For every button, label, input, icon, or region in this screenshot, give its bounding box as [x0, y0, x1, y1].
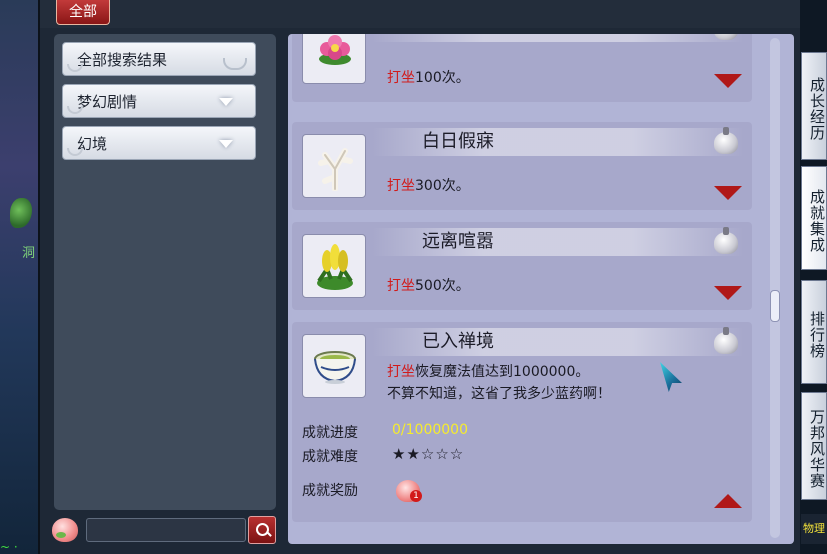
achievement-list: 打坐100次。 白日假寐 打坐300次。 远离喧嚣 打坐500次。 已入禅境 打… — [288, 34, 794, 544]
side-tab-tournament[interactable]: 万邦风华赛 — [801, 392, 827, 500]
achievement-icon-frame — [302, 234, 366, 298]
swirl-decoration-icon — [223, 58, 247, 70]
achievement-icon-frame — [302, 334, 366, 398]
category-label: 全部搜索结果 — [77, 51, 168, 69]
expand-chevron-icon[interactable] — [714, 74, 742, 88]
achievement-desc: 打坐100次。 — [387, 70, 470, 86]
progress-value: 0/1000000 — [392, 422, 468, 438]
peach-icon — [52, 518, 78, 542]
flower-icon — [319, 35, 351, 65]
npc-leaf-icon — [10, 198, 32, 228]
achievement-desc: 打坐恢复魔法值达到1000000。 — [387, 364, 590, 380]
achievement-card[interactable]: 打坐100次。 — [292, 34, 752, 102]
medal-icon — [714, 127, 738, 154]
achievement-icon-frame — [302, 34, 366, 84]
achievement-card[interactable]: 远离喧嚣 打坐500次。 — [292, 222, 752, 310]
category-all-results[interactable]: 全部搜索结果 — [62, 42, 256, 76]
category-label: 梦幻剧情 — [77, 93, 138, 111]
achievement-desc: 打坐300次。 — [387, 178, 470, 194]
white-coral-icon — [318, 148, 353, 191]
side-tab-growth[interactable]: 成长经历 — [801, 52, 827, 160]
scrollbar-thumb[interactable] — [770, 290, 780, 322]
tab-all[interactable]: 全部 — [56, 0, 110, 25]
medal-icon — [714, 227, 738, 254]
chevron-down-icon — [219, 98, 233, 106]
category-dream-story[interactable]: 梦幻剧情 — [62, 84, 256, 118]
yellow-plant-icon — [317, 244, 353, 290]
search-button[interactable] — [248, 516, 276, 544]
achievement-icon-frame — [302, 134, 366, 198]
achievement-card[interactable]: 白日假寐 打坐300次。 — [292, 122, 752, 210]
background-scenery: 洞 ~ · — [0, 0, 38, 554]
window-topbar: 全部 — [40, 0, 802, 28]
swirl-decoration-icon — [67, 148, 83, 156]
achievement-window: 全部 全部搜索结果 梦幻剧情 幻境 打坐100次。 白日假寐 打坐300次。 远… — [38, 0, 804, 554]
bowl-icon — [314, 351, 356, 384]
scenery-bottom-text: ~ · — [0, 540, 18, 554]
reward-label: 成就奖励 — [302, 483, 358, 499]
expand-chevron-icon[interactable] — [714, 286, 742, 300]
achievement-desc: 打坐500次。 — [387, 278, 470, 294]
collapse-chevron-icon[interactable] — [714, 494, 742, 508]
category-panel: 全部搜索结果 梦幻剧情 幻境 — [54, 34, 276, 510]
chevron-down-icon — [219, 140, 233, 148]
side-menu: 成长经历 成就集成 排行榜 万邦风华赛 物理 — [800, 0, 827, 554]
achievement-card-expanded[interactable]: 已入禅境 打坐恢复魔法值达到1000000。 不算不知道，这省了我多少蓝药啊！ … — [292, 322, 752, 522]
side-tab-achievements[interactable]: 成就集成 — [801, 166, 827, 270]
reward-count-badge: 1 — [410, 490, 422, 502]
medal-icon — [714, 327, 738, 354]
category-illusion[interactable]: 幻境 — [62, 126, 256, 160]
achievement-title: 已入禅境 — [422, 331, 494, 352]
side-bottom-label[interactable]: 物理 — [801, 514, 827, 544]
swirl-decoration-icon — [67, 106, 83, 114]
achievement-flavor-text: 不算不知道，这省了我多少蓝药啊！ — [387, 386, 611, 402]
difficulty-stars: ★★☆☆☆ — [392, 445, 465, 463]
achievement-title: 白日假寐 — [422, 131, 494, 152]
achievement-title: 远离喧嚣 — [422, 231, 494, 252]
difficulty-label: 成就难度 — [302, 449, 358, 465]
search-input[interactable] — [86, 518, 246, 542]
progress-label: 成就进度 — [302, 425, 358, 441]
scenery-label: 洞 — [22, 246, 36, 261]
expand-chevron-icon[interactable] — [714, 186, 742, 200]
swirl-decoration-icon — [67, 64, 83, 72]
list-scrollbar[interactable] — [770, 38, 780, 538]
side-tab-ranking[interactable]: 排行榜 — [801, 280, 827, 384]
